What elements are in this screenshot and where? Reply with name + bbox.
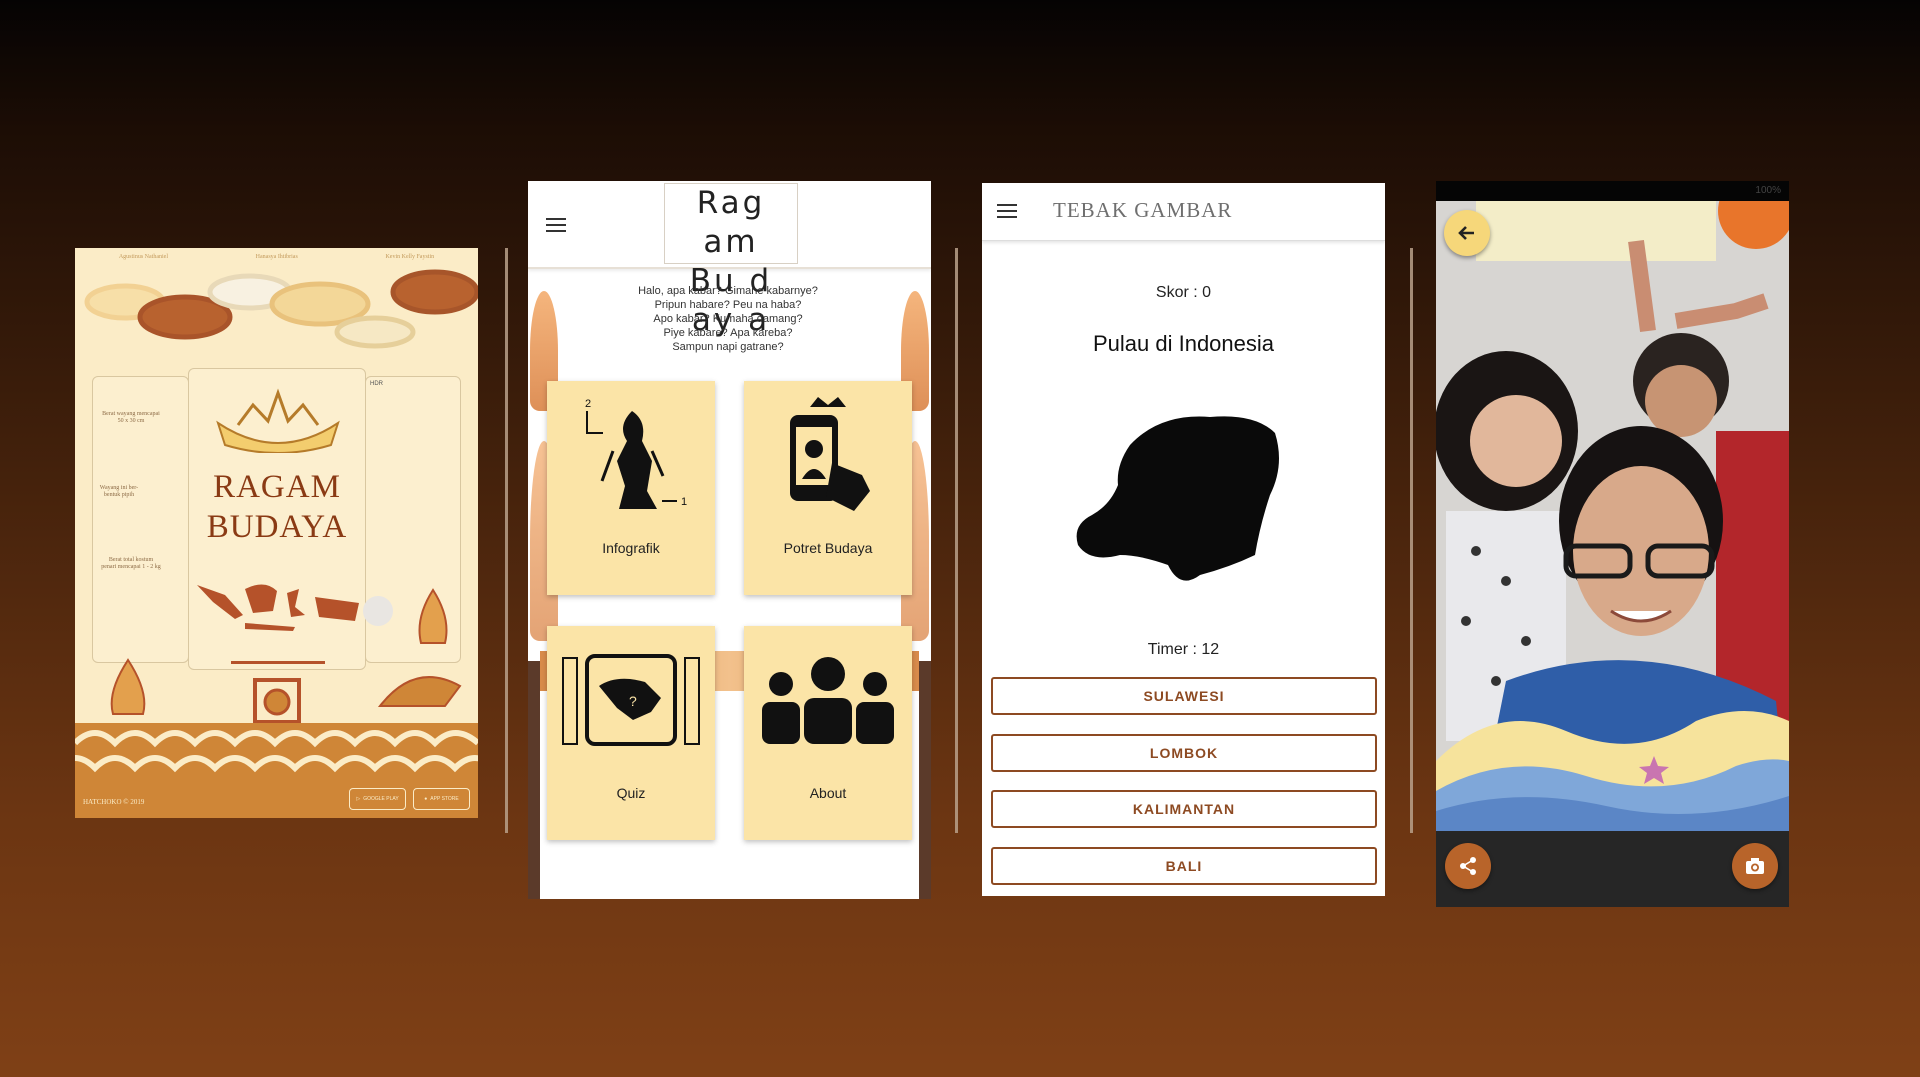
mega-mendung-clouds (84, 269, 478, 349)
badge-label: APP STORE (430, 796, 459, 802)
arrow-left-icon (1458, 226, 1474, 240)
poster-footer: HATCHOKO © 2019 (83, 798, 145, 806)
answer-button[interactable]: KALIMANTAN (991, 790, 1377, 828)
camera-screen: 100% (1436, 181, 1789, 907)
svg-text:?: ? (629, 693, 637, 709)
selfie-illustration (1436, 201, 1789, 831)
poster-title-line1: RAGAM (213, 469, 341, 505)
timer-label: Timer : 12 (1147, 641, 1220, 658)
greeting-line: Halo, apa kabar? Gimane kabarnye? (638, 285, 818, 297)
selfie-photo (1436, 201, 1789, 831)
greeting-line: Pripun habare? Peu na haba? (654, 299, 802, 311)
badge-label: GOOGLE PLAY (363, 796, 399, 802)
poster-left-screen: Berat wayang mencapai 50 x 30 cm Wayang … (92, 376, 189, 663)
question-text: Pulau di Indonesia (1092, 331, 1275, 356)
greeting-text: Halo, apa kabar? Gimane kabarnye? Pripun… (568, 284, 888, 354)
back-button[interactable] (1444, 210, 1490, 256)
card-label: Infografik (602, 540, 660, 556)
people-group-icon (762, 657, 894, 744)
quiz-screen: TEBAK GAMBAR Skor : 0 Pulau di Indonesia… (982, 183, 1385, 896)
answer-button[interactable]: LOMBOK (991, 734, 1377, 772)
crown-icon (216, 388, 340, 453)
greeting-line: Apo kabar? Kumaha damang? (653, 313, 803, 325)
credit-name: Kevin Kelly Faystin (385, 254, 435, 260)
logo-line1: Rag am (696, 185, 766, 260)
card-label: Quiz (616, 785, 646, 801)
poster-underline (231, 661, 325, 664)
status-bar: 100% (1436, 181, 1789, 201)
greeting-line: Sampun napi gatrane? (672, 341, 784, 353)
capture-button[interactable] (1732, 843, 1778, 889)
poster-note: Wayang ini ber- bentuk pipih (99, 485, 139, 498)
side-strip (528, 661, 540, 899)
app-logo: Rag am Bu d ay a (664, 183, 798, 338)
google-play-badge[interactable]: ▷ GOOGLE PLAY (349, 788, 406, 810)
play-store-icon: ▷ (356, 796, 361, 802)
poster-note: Berat total kostum penari mencapai 1 - 2… (101, 557, 161, 570)
gunungan-icon (110, 658, 146, 715)
lombok-island-silhouette (1076, 416, 1279, 581)
hamburger-icon[interactable] (546, 218, 566, 232)
answer-button[interactable]: BALI (991, 847, 1377, 885)
island-question-icon: ? (562, 654, 700, 746)
share-icon (1460, 857, 1476, 875)
camera-icon (1746, 858, 1764, 874)
hdr-label: HDR (370, 381, 383, 387)
phone-selfie-icon (790, 397, 870, 511)
poster-main-screen: RAGAM BUDAYA (188, 368, 366, 670)
card-label: About (809, 785, 847, 801)
indonesia-map-icon (197, 584, 359, 631)
panel-divider (505, 248, 508, 833)
potret-budaya-card[interactable]: Potret Budaya (744, 381, 912, 595)
gong-icon (253, 678, 301, 724)
poster-note: Berat wayang mencapai 50 x 30 cm (102, 411, 160, 424)
ship-icon (377, 676, 462, 707)
about-card[interactable]: About (744, 626, 912, 840)
infografik-mark: 1 (681, 496, 687, 508)
quiz-card[interactable]: ? Quiz (547, 626, 715, 840)
greeting-line: Piye kabare? Apa kareba? (663, 327, 793, 339)
camera-controls (1436, 831, 1789, 907)
battery-text: 100% (1755, 185, 1781, 196)
app-store-badge[interactable]: ● APP STORE (413, 788, 470, 810)
home-app-bar: Rag am Bu d ay a (528, 181, 931, 338)
home-screen: Rag am Bu d ay a Halo, apa kabar? Gimane… (528, 181, 931, 899)
credit-name: Agustinus Nathaniel (118, 254, 168, 260)
ragam-budaya-poster: Agustinus Nathaniel Hanasya Ihtibrias Ke… (75, 248, 478, 818)
panel-divider (955, 248, 958, 833)
quiz-title: TEBAK GAMBAR (1053, 198, 1233, 222)
panel-divider (1410, 248, 1413, 833)
gunungan-icon (418, 588, 448, 644)
share-button[interactable] (1445, 843, 1491, 889)
score-label: Skor : 0 (1155, 284, 1212, 301)
quiz-app-bar: TEBAK GAMBAR (982, 183, 1385, 241)
poster-title-line2: BUDAYA (206, 509, 348, 545)
infografik-mark: 2 (585, 398, 591, 410)
answer-button[interactable]: SULAWESI (991, 677, 1377, 715)
credit-name: Hanasya Ihtibrias (255, 254, 298, 260)
side-strip (919, 661, 931, 899)
wayang-icon: 2 1 (585, 398, 687, 509)
infografik-card[interactable]: 2 1 Infografik (547, 381, 715, 595)
poster-orb (363, 596, 393, 626)
card-label: Potret Budaya (783, 540, 873, 556)
apple-icon: ● (424, 796, 428, 802)
hamburger-icon[interactable] (997, 204, 1017, 218)
poster-credits: Agustinus Nathaniel Hanasya Ihtibrias Ke… (75, 254, 478, 260)
